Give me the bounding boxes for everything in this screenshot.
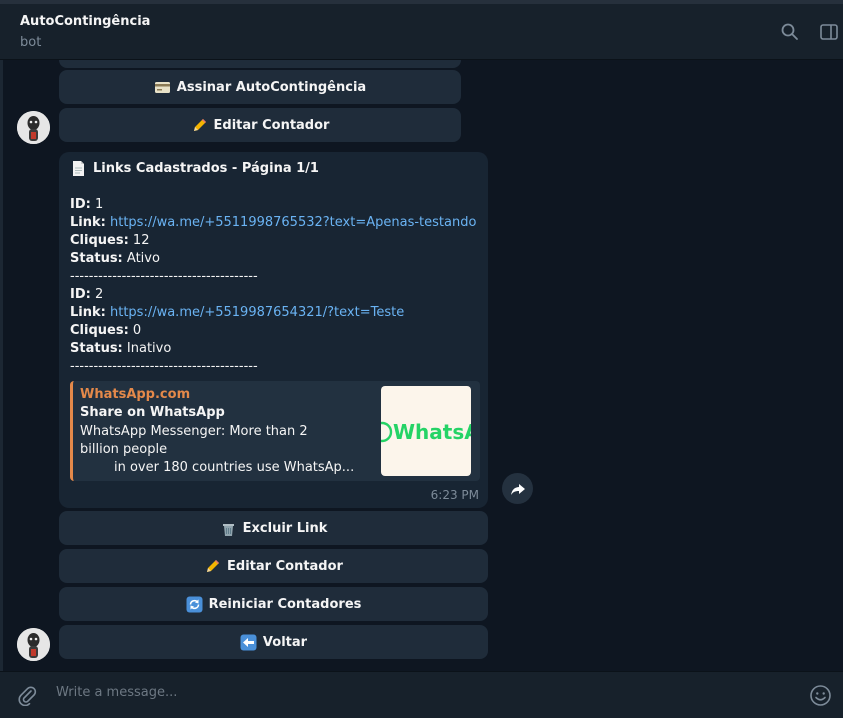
wastebasket-icon xyxy=(222,523,234,536)
message-heading-text: Links Cadastrados - Página 1/1 xyxy=(93,161,319,176)
message-input[interactable] xyxy=(54,684,758,701)
message-composer xyxy=(0,671,843,718)
entry-2-id: ID: 2 xyxy=(70,287,104,302)
bot-avatar[interactable] xyxy=(17,111,50,144)
links-list: ID: 1 Link: https://wa.me/+5511998765532… xyxy=(70,196,476,376)
entry-2-link: Link: https://wa.me/+5519987654321/?text… xyxy=(70,305,405,320)
edit-counter-label: Editar Contador xyxy=(227,558,343,574)
chat-header[interactable]: AutoContingência bot xyxy=(0,4,843,60)
links-message-bubble[interactable]: Links Cadastrados - Página 1/1 ID: 1 Lin… xyxy=(59,152,488,508)
delete-link-label: Excluir Link xyxy=(242,520,328,536)
whatsapp-logo: WhatsApp xyxy=(381,420,471,444)
reset-counters-label: Reiniciar Contadores xyxy=(208,596,362,612)
entry-1-status: Status: Ativo xyxy=(70,251,160,266)
credit-card-icon xyxy=(154,81,170,93)
forward-button[interactable] xyxy=(502,473,533,504)
back-button[interactable]: Voltar xyxy=(59,625,488,659)
subscribe-button[interactable]: Assinar AutoContingência xyxy=(59,70,461,104)
page-icon xyxy=(73,161,84,176)
pencil-icon xyxy=(193,118,206,131)
back-arrow-icon xyxy=(240,634,257,650)
forward-icon xyxy=(510,483,525,495)
sidebar-toggle-icon[interactable] xyxy=(819,22,839,42)
arrows-cycle-icon xyxy=(186,596,203,612)
edit-counter-button-top-label: Editar Contador xyxy=(213,117,330,133)
entry-1-id: ID: 1 xyxy=(70,197,104,212)
chat-title[interactable]: AutoContingência xyxy=(20,14,150,29)
message-time: 6:23 PM xyxy=(430,488,479,502)
delete-link-button[interactable]: Excluir Link xyxy=(59,511,488,545)
entry-1-clicks: Cliques: 12 xyxy=(70,233,150,248)
back-button-label: Voltar xyxy=(262,634,308,650)
entry-2-clicks: Cliques: 0 xyxy=(70,323,142,338)
preview-site-name: WhatsApp.com xyxy=(80,387,191,402)
keyboard-button-partial[interactable] xyxy=(59,60,461,68)
entry-1-url[interactable]: https://wa.me/+5511998765532?text=Apenas… xyxy=(110,215,476,230)
preview-title: Share on WhatsApp xyxy=(80,405,225,420)
pencil-icon xyxy=(207,559,220,572)
message-heading: Links Cadastrados - Página 1/1 xyxy=(70,160,319,177)
entry-2-url[interactable]: https://wa.me/+5519987654321/?text=Teste xyxy=(110,305,404,320)
chat-subtitle: bot xyxy=(20,35,42,50)
preview-desc-line1: WhatsApp Messenger: More than 2 billion … xyxy=(80,424,308,457)
emoji-icon[interactable] xyxy=(809,684,832,707)
reset-counters-button[interactable]: Reiniciar Contadores xyxy=(59,587,488,621)
separator-2: ---------------------------------------- xyxy=(70,359,258,374)
subscribe-button-label: Assinar AutoContingência xyxy=(176,79,367,95)
entry-1-link: Link: https://wa.me/+5511998765532?text=… xyxy=(70,215,477,230)
preview-thumbnail[interactable]: WhatsApp xyxy=(381,386,471,476)
link-preview[interactable]: WhatsApp.com Share on WhatsApp WhatsApp … xyxy=(70,381,480,481)
preview-description: WhatsApp Messenger: More than 2 billion … xyxy=(80,423,355,477)
bot-avatar[interactable] xyxy=(17,628,50,661)
edit-counter-button-top[interactable]: Editar Contador xyxy=(59,108,461,142)
entry-2-status: Status: Inativo xyxy=(70,341,172,356)
separator-1: ---------------------------------------- xyxy=(70,269,258,284)
chat-history[interactable]: Assinar AutoContingência Editar Contador xyxy=(0,60,843,671)
search-icon[interactable] xyxy=(780,22,800,42)
attach-icon[interactable] xyxy=(16,684,38,706)
edit-counter-button[interactable]: Editar Contador xyxy=(59,549,488,583)
preview-desc-line2: in over 180 countries use WhatsAp... xyxy=(114,460,355,475)
